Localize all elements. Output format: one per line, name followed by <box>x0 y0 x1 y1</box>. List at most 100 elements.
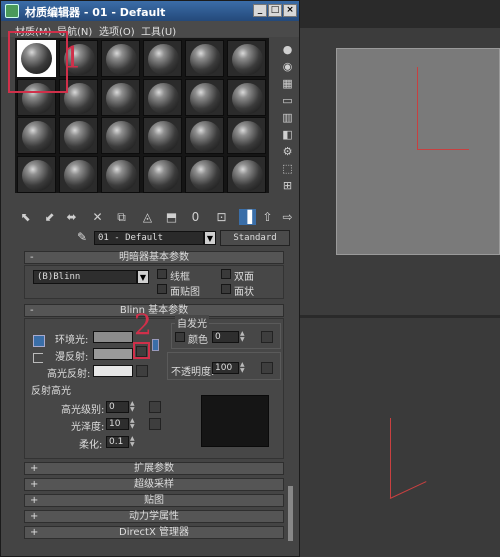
rollout-supersampling[interactable]: + 超级采样 <box>24 478 284 491</box>
sample-slot[interactable] <box>59 155 98 193</box>
opacity-spinner-arrows[interactable]: ▲ ▼ <box>240 362 246 374</box>
ambient-color-swatch[interactable] <box>93 331 133 343</box>
sample-slot[interactable] <box>101 40 140 77</box>
video-color-check-icon[interactable]: ▥ <box>280 110 295 125</box>
specular-color-swatch[interactable] <box>93 365 133 377</box>
sample-sphere <box>22 121 53 152</box>
face-map-checkbox[interactable] <box>157 284 167 294</box>
wire-checkbox[interactable] <box>157 269 167 279</box>
sample-type-sphere-icon[interactable]: ● <box>280 42 295 57</box>
material-name-field[interactable]: 01 - Default <box>94 231 204 245</box>
rollout-extended-params[interactable]: + 扩展参数 <box>24 462 284 475</box>
rollout-dynamics-properties[interactable]: + 动力学属性 <box>24 510 284 523</box>
faceted-label: 面状 <box>234 287 254 298</box>
specular-level-spinner[interactable]: 0 <box>106 401 129 413</box>
opacity-map-button[interactable] <box>261 362 273 374</box>
sample-sphere <box>232 121 263 152</box>
checker-background-icon[interactable]: ▦ <box>280 76 295 91</box>
show-end-result-icon[interactable]: ▐ <box>239 209 256 225</box>
panel-scrollbar[interactable] <box>288 486 293 541</box>
lock-ambient-diffuse-icon[interactable] <box>33 335 45 347</box>
soften-spinner[interactable]: 0.1 <box>106 436 129 448</box>
lock-diffuse-map-icon[interactable] <box>152 339 159 351</box>
sample-slot[interactable] <box>185 117 224 154</box>
shader-dropdown-button[interactable]: ▼ <box>137 270 149 284</box>
sample-slot[interactable] <box>101 117 140 154</box>
show-map-in-viewport-icon[interactable]: ⊡ <box>213 209 230 225</box>
material-navigator-icon[interactable]: ⊞ <box>280 178 295 193</box>
sample-sphere <box>148 121 179 152</box>
soften-label: 柔化: <box>79 440 103 451</box>
two-sided-label: 双面 <box>234 272 254 283</box>
glossiness-map-button[interactable] <box>149 418 161 430</box>
close-button[interactable]: × <box>283 4 297 17</box>
faceted-checkbox[interactable] <box>221 284 231 294</box>
sample-slot[interactable] <box>227 40 266 77</box>
sample-sphere <box>148 82 179 114</box>
annotation-box-1 <box>8 31 68 93</box>
diffuse-color-swatch[interactable] <box>93 348 133 360</box>
make-unique-icon[interactable]: ◬ <box>139 209 156 225</box>
sample-slot[interactable] <box>143 155 182 193</box>
get-material-icon[interactable]: ⬉ <box>17 209 34 225</box>
self-illum-spinner-arrows[interactable]: ▲ ▼ <box>240 331 246 343</box>
sample-slot[interactable] <box>185 155 224 193</box>
glossiness-spinner[interactable]: 10 <box>106 418 129 430</box>
options-icon[interactable]: ⚙ <box>280 144 295 159</box>
opacity-spinner[interactable]: 100 <box>212 362 239 374</box>
put-to-library-icon[interactable]: ⬒ <box>163 209 180 225</box>
sample-slot[interactable] <box>227 155 266 193</box>
sample-slot[interactable] <box>143 40 182 77</box>
self-illum-color-label: 颜色 <box>188 335 208 346</box>
menu-tools[interactable]: 工具(U) <box>141 23 176 38</box>
rollout-shader-basic-header[interactable]: - 明暗器基本参数 <box>24 251 284 264</box>
lock-bracket-icon <box>33 353 43 363</box>
sample-slot[interactable] <box>101 78 140 116</box>
self-illum-map-button[interactable] <box>261 331 273 343</box>
soften-spinner-arrows[interactable]: ▲ ▼ <box>130 436 136 448</box>
menu-options[interactable]: 选项(O) <box>99 23 135 38</box>
rollout-directx-manager[interactable]: + DirectX 管理器 <box>24 526 284 539</box>
sample-slot[interactable] <box>143 78 182 116</box>
material-id-channel-icon[interactable]: 0 <box>187 209 204 225</box>
sample-slot[interactable] <box>227 78 266 116</box>
sample-uv-icon[interactable]: ▭ <box>280 93 295 108</box>
rollout-blinn-basic-header[interactable]: - Blinn 基本参数 <box>24 304 284 317</box>
assign-to-selection-icon[interactable]: ⬌ <box>63 209 80 225</box>
make-preview-icon[interactable]: ◧ <box>280 127 295 142</box>
sample-slot[interactable] <box>185 40 224 77</box>
specular-level-map-button[interactable] <box>149 401 161 413</box>
eyedropper-icon[interactable]: ✎ <box>77 230 91 244</box>
put-to-scene-icon[interactable]: ⬋ <box>41 209 58 225</box>
backlight-icon[interactable]: ◉ <box>280 59 295 74</box>
specular-highlights-label: 反射高光 <box>31 386 71 397</box>
sample-slot[interactable] <box>143 117 182 154</box>
minimize-button[interactable]: _ <box>253 4 267 17</box>
shader-type-select[interactable]: (B)Blinn <box>33 270 137 284</box>
title-bar[interactable]: 材质编辑器 - 01 - Default _ □ × <box>1 1 299 21</box>
specular-map-button[interactable] <box>136 365 148 377</box>
sample-slot[interactable] <box>101 155 140 193</box>
sample-slot[interactable] <box>59 117 98 154</box>
two-sided-checkbox[interactable] <box>221 269 231 279</box>
make-copy-icon[interactable]: ⧉ <box>113 209 130 225</box>
maximize-button[interactable]: □ <box>268 4 282 17</box>
rollout-sign: - <box>30 252 34 263</box>
rollout-title: 超级采样 <box>134 479 174 490</box>
specular-level-spinner-arrows[interactable]: ▲ ▼ <box>130 401 136 413</box>
sample-slot[interactable] <box>17 155 56 193</box>
material-type-button[interactable]: Standard <box>220 230 290 246</box>
sample-slot[interactable] <box>185 78 224 116</box>
go-to-parent-icon[interactable]: ⇧ <box>259 209 276 225</box>
material-name-dropdown-button[interactable]: ▼ <box>204 231 216 245</box>
glossiness-spinner-arrows[interactable]: ▲ ▼ <box>130 418 136 430</box>
sample-slot[interactable] <box>227 117 266 154</box>
sample-slot[interactable] <box>17 117 56 154</box>
self-illum-color-checkbox[interactable] <box>175 332 185 342</box>
rollout-maps[interactable]: + 贴图 <box>24 494 284 507</box>
go-forward-icon[interactable]: ⇨ <box>279 209 296 225</box>
viewport-perspective[interactable] <box>298 318 500 557</box>
reset-map-icon[interactable]: ✕ <box>89 209 106 225</box>
self-illum-spinner[interactable]: 0 <box>212 331 239 343</box>
select-by-material-icon[interactable]: ⬚ <box>280 161 295 176</box>
